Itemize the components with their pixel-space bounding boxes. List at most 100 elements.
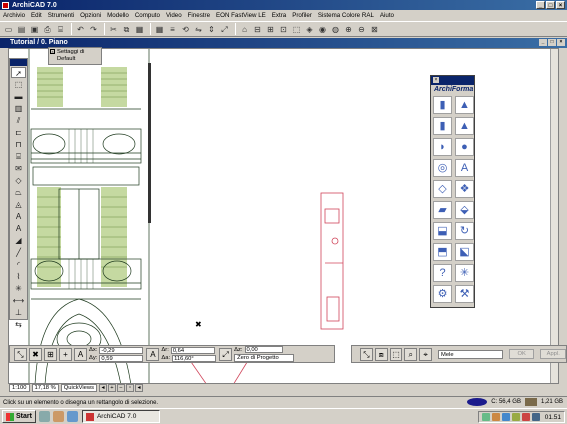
grid-icon[interactable]: ▦ <box>154 24 165 35</box>
slab-tool-icon[interactable]: ◇ <box>11 175 26 186</box>
default-settings-tab[interactable]: × Settaggi di Default <box>48 47 102 65</box>
doc-close-button[interactable]: × <box>557 39 565 46</box>
settings-close-icon[interactable]: × <box>50 49 55 54</box>
menu-modello[interactable]: Modello <box>107 12 129 19</box>
mirror-icon[interactable]: ⇋ <box>193 24 204 35</box>
relative-coord-icon[interactable]: ⊞ <box>44 347 57 361</box>
menu-archivio[interactable]: Archivio <box>3 12 25 19</box>
zoom-in-icon[interactable]: ⊕ <box>343 24 354 35</box>
quicklaunch-desktop-icon[interactable] <box>38 411 50 422</box>
dx-field[interactable]: -0,29 <box>99 346 144 354</box>
zoom-tool-icon[interactable]: ⌖ <box>419 347 432 361</box>
sweep-shape-icon[interactable]: ⬒ <box>433 243 452 261</box>
menu-aiuto[interactable]: Aiuto <box>380 12 394 19</box>
polyline-tool-icon[interactable]: ⌇ <box>11 271 26 282</box>
maximize-button[interactable]: □ <box>546 1 555 9</box>
wall-tool-icon[interactable]: ▬ <box>11 91 26 102</box>
snap-icon[interactable]: ⤡ <box>14 347 27 361</box>
fill-tool-icon[interactable]: ◢ <box>11 235 26 246</box>
offset-icon[interactable]: ⧈ <box>374 347 388 361</box>
quickviews-field[interactable]: QuickViews <box>60 384 97 392</box>
vertical-scrollbar[interactable] <box>550 49 558 383</box>
dimension-tool-icon[interactable]: ⟷ <box>11 295 26 306</box>
dy-field[interactable]: 0,59 <box>99 354 144 362</box>
sphere-shape-icon[interactable]: ● <box>455 138 474 156</box>
print-icon[interactable]: ⎙ <box>42 24 53 35</box>
magic-wand-icon[interactable]: ⌕ <box>404 347 418 361</box>
window-tool-icon[interactable]: ⊏ <box>11 127 26 138</box>
line-tool-icon[interactable]: ╱ <box>11 247 26 258</box>
shape-union-icon[interactable]: ❖ <box>455 180 474 198</box>
light-icon[interactable]: ✳ <box>455 264 474 282</box>
print-preview-icon[interactable]: ⌸ <box>55 24 66 35</box>
elevate-icon[interactable]: ⇕ <box>206 24 217 35</box>
apply-button[interactable]: Appl. <box>540 349 566 359</box>
save-icon[interactable]: ▣ <box>29 24 40 35</box>
polar-icon[interactable]: A <box>146 347 160 361</box>
menu-strumenti[interactable]: Strumenti <box>48 12 74 19</box>
pick-icon[interactable]: ⤡ <box>360 347 373 361</box>
undo-icon[interactable]: ↶ <box>75 24 86 35</box>
rotate-icon[interactable]: ⟲ <box>180 24 191 35</box>
zoom-field[interactable]: 17,18 % <box>31 384 59 392</box>
arrow-tool-icon[interactable]: ➚ <box>11 67 26 78</box>
scroll-left-icon[interactable]: ◂ <box>134 384 143 392</box>
tray-monitor-icon[interactable] <box>501 413 510 421</box>
menu-edit[interactable]: Edit <box>31 12 42 19</box>
shape-subtract-icon[interactable]: ⬙ <box>455 201 474 219</box>
camera-icon[interactable]: ◍ <box>330 24 341 35</box>
delta-icon[interactable]: A <box>74 347 87 361</box>
origin-icon[interactable]: + <box>59 347 72 361</box>
hotspot-tool-icon[interactable]: ✳ <box>11 283 26 294</box>
project-zero-select[interactable]: Zero di Progetto <box>234 354 295 362</box>
slab-shape-icon[interactable]: ◇ <box>433 180 452 198</box>
section-tool-icon[interactable]: ⇆ <box>11 319 26 330</box>
zoom-in-small-icon[interactable]: + <box>107 384 116 392</box>
open-folder-icon[interactable]: ▤ <box>16 24 27 35</box>
tray-volume-icon[interactable] <box>491 413 500 421</box>
menu-computo[interactable]: Computo <box>135 12 160 19</box>
minimize-button[interactable]: _ <box>536 1 545 9</box>
elevation-z-icon[interactable]: ⤢ <box>219 347 233 361</box>
close-button[interactable]: × <box>556 1 565 9</box>
settings-shape-icon[interactable]: ⚙ <box>433 285 452 303</box>
menu-profiler[interactable]: Profiler <box>292 12 312 19</box>
cylinder-shape-icon[interactable]: ▮ <box>433 117 452 135</box>
layers-icon[interactable]: ≡ <box>167 24 178 35</box>
fit-small-icon[interactable]: ▫ <box>125 384 134 392</box>
tray-update-icon[interactable] <box>531 413 540 421</box>
zoom-out-icon[interactable]: ⊖ <box>356 24 367 35</box>
paste-icon[interactable]: ▦ <box>134 24 145 35</box>
floor-plan-icon[interactable]: ⌂ <box>239 24 250 35</box>
zoom-out-small-icon[interactable]: − <box>116 384 125 392</box>
quicklaunch-browser-icon[interactable] <box>52 411 64 422</box>
tray-antivirus-icon[interactable] <box>521 413 530 421</box>
dome-shape-icon[interactable]: ◗ <box>433 138 452 156</box>
arc-tool-icon[interactable]: ◜ <box>11 259 26 270</box>
menu-opzioni[interactable]: Opzioni <box>80 12 101 19</box>
tray-app-icon[interactable] <box>511 413 520 421</box>
dz-field[interactable]: 0,00 <box>244 346 283 353</box>
box-shape-icon[interactable]: ▰ <box>433 201 452 219</box>
help-icon[interactable]: ? <box>433 264 452 282</box>
cut-icon[interactable]: ✂ <box>108 24 119 35</box>
quicklaunch-explorer-icon[interactable] <box>66 411 78 422</box>
label-tool-icon[interactable]: A <box>11 223 26 234</box>
archiforma-close-icon[interactable]: × <box>433 77 439 83</box>
pyramid-shape-icon[interactable]: ▲ <box>455 96 474 114</box>
detail-icon[interactable]: ⊡ <box>278 24 289 35</box>
mode-select[interactable]: Mele <box>437 349 503 359</box>
lamp-tool-icon[interactable]: ✉ <box>11 163 26 174</box>
3d-window-icon[interactable]: ⬚ <box>291 24 302 35</box>
ok-button[interactable]: OK <box>508 349 535 359</box>
level-dim-tool-icon[interactable]: ⊥ <box>11 307 26 318</box>
scale-field[interactable]: 1:100 <box>9 384 30 392</box>
new-file-icon[interactable]: ▭ <box>3 24 14 35</box>
doc-maximize-button[interactable]: □ <box>548 39 556 46</box>
taskbar-archicad-button[interactable]: ArchiCAD 7.0 <box>81 410 160 423</box>
drawing-canvas[interactable]: ✖ <box>8 48 559 384</box>
copy-icon[interactable]: ⧉ <box>121 24 132 35</box>
menu-video[interactable]: Video <box>166 12 182 19</box>
3d-view-icon[interactable]: ◈ <box>304 24 315 35</box>
marquee-tool-icon[interactable]: ⬚ <box>11 79 26 90</box>
